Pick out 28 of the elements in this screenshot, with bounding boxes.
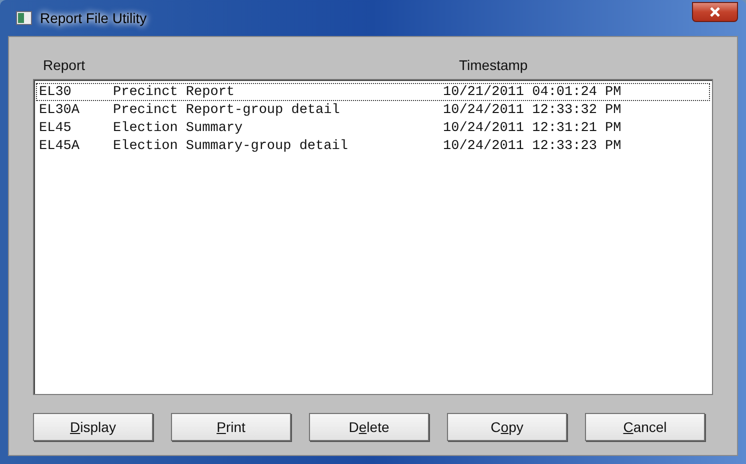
close-icon xyxy=(710,6,720,16)
list-row[interactable]: EL30 Precinct Report 10/21/2011 04:01:24 PM xyxy=(36,83,710,101)
list-row[interactable]: EL45 Election Summary 10/24/2011 12:31:21 PM xyxy=(36,119,710,137)
report-name: Precinct Report-group detail xyxy=(112,102,341,118)
report-name: Election Summary xyxy=(112,120,244,136)
column-header: Report xyxy=(42,57,86,73)
report-code: EL30 xyxy=(38,84,72,100)
report-timestamp: 10/21/2011 04:01:24 PM xyxy=(442,84,622,100)
dialog-button[interactable]: Cancel xyxy=(585,413,705,441)
report-code: EL45 xyxy=(38,120,72,136)
app-icon xyxy=(16,11,32,25)
report-timestamp: 10/24/2011 12:33:23 PM xyxy=(442,138,622,154)
dialog-button[interactable]: Copy xyxy=(447,413,567,441)
report-code: EL45A xyxy=(38,138,81,154)
list-row[interactable]: EL45A Election Summary-group detail 10/24/2011 12:33:23 PM xyxy=(36,137,710,155)
dialog-button[interactable]: Print xyxy=(171,413,291,441)
window-title: Report File Utility xyxy=(40,10,147,26)
report-name: Election Summary-group detail xyxy=(112,138,349,154)
report-list[interactable] xyxy=(33,79,713,395)
dialog-button[interactable]: Display xyxy=(33,413,153,441)
column-header: Timestamp xyxy=(458,57,529,73)
dialog-button[interactable]: Delete xyxy=(309,413,429,441)
list-row[interactable]: EL30A Precinct Report-group detail 10/24/2011 12:33:32 PM xyxy=(36,101,710,119)
report-timestamp: 10/24/2011 12:33:32 PM xyxy=(442,102,622,118)
close-button[interactable] xyxy=(692,2,738,22)
report-timestamp: 10/24/2011 12:31:21 PM xyxy=(442,120,622,136)
report-code: EL30A xyxy=(38,102,81,118)
report-name: Precinct Report xyxy=(112,84,236,100)
